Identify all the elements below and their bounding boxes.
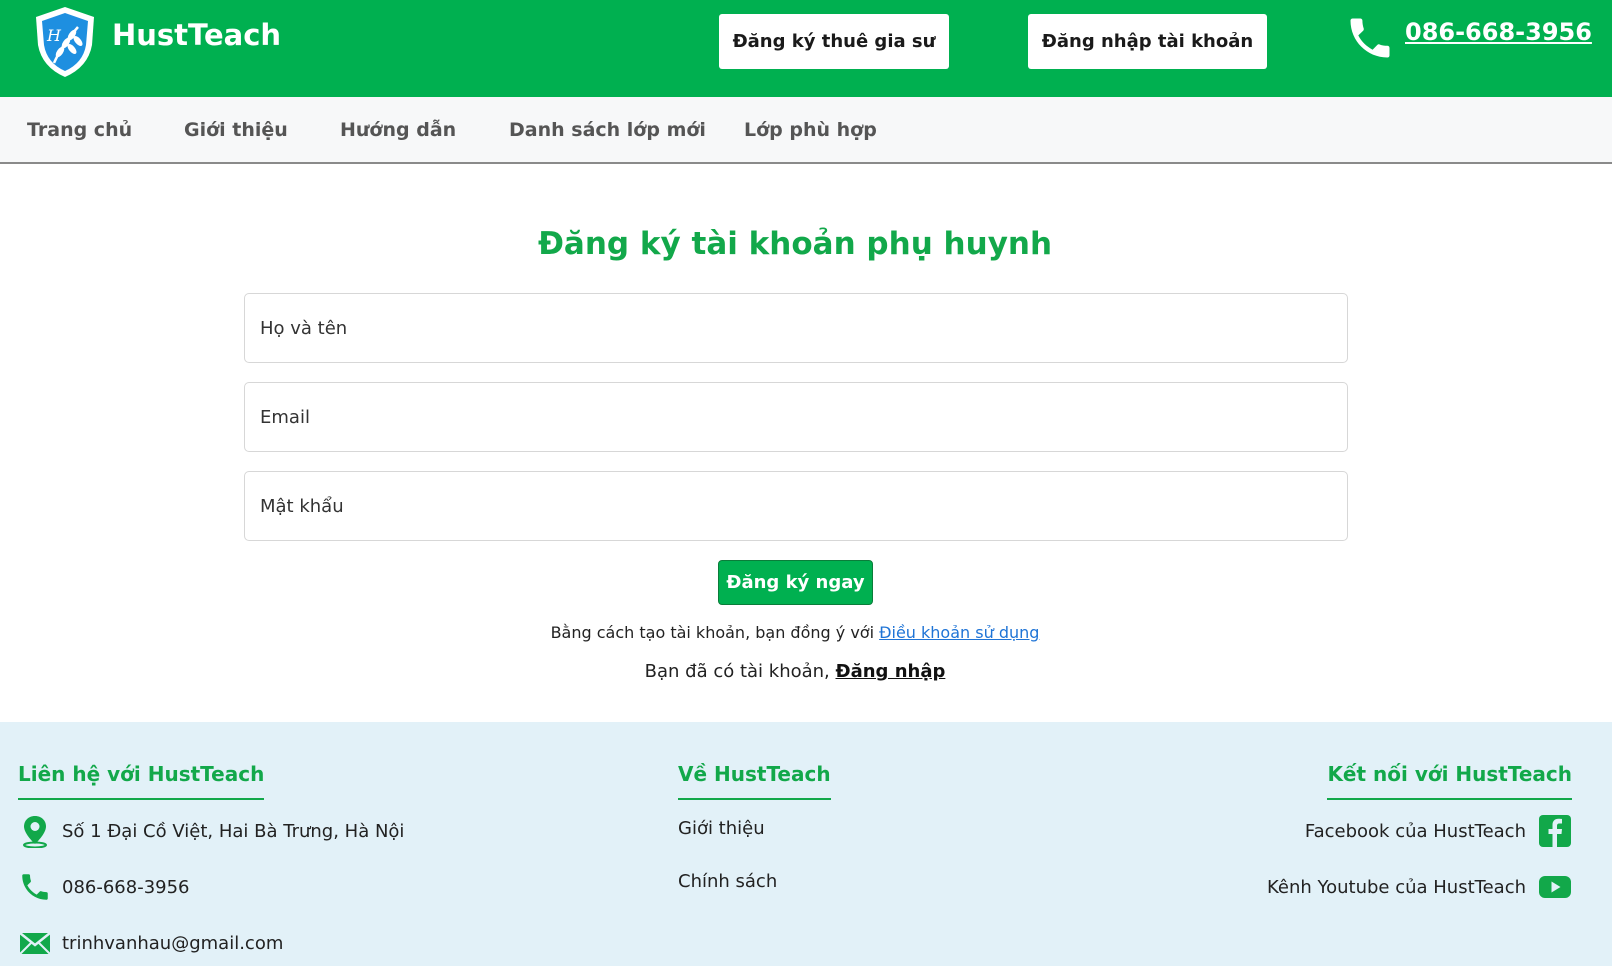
footer: Liên hệ với HustTeach Số 1 Đại Cồ Việt, … <box>0 722 1612 966</box>
youtube-icon[interactable] <box>1538 870 1572 904</box>
fullname-input[interactable] <box>244 293 1348 363</box>
login-prompt: Bạn đã có tài khoản, Đăng nhập <box>0 661 1590 682</box>
hire-tutor-button[interactable]: Đăng ký thuê gia sư <box>719 14 949 69</box>
password-input[interactable] <box>244 471 1348 541</box>
facebook-icon[interactable] <box>1538 814 1572 848</box>
email-input[interactable] <box>244 382 1348 452</box>
nav-item-home[interactable]: Trang chủ <box>27 119 132 141</box>
youtube-link-text[interactable]: Kênh Youtube của HustTeach <box>1267 877 1526 898</box>
footer-about-link-intro[interactable]: Giới thiệu <box>678 818 765 839</box>
terms-link[interactable]: Điều khoản sử dụng <box>879 623 1039 642</box>
footer-youtube-link[interactable]: Kênh Youtube của HustTeach <box>1267 870 1572 904</box>
nav-item-guide[interactable]: Hướng dẫn <box>340 119 456 141</box>
login-text: Bạn đã có tài khoản, <box>644 661 836 682</box>
top-header: H HustTeach Đăng ký thuê gia sư Đăng nhậ… <box>0 0 1612 97</box>
main-nav: Trang chủ Giới thiệu Hướng dẫn Danh sách… <box>0 97 1612 164</box>
login-link[interactable]: Đăng nhập <box>836 661 946 682</box>
register-now-button[interactable]: Đăng ký ngay <box>718 560 873 605</box>
phone-icon <box>1350 18 1390 58</box>
footer-email: trinhvanhau@gmail.com <box>18 926 283 960</box>
phone-icon <box>22 874 48 900</box>
nav-item-new-classes[interactable]: Danh sách lớp mới <box>509 119 706 141</box>
footer-about-heading: Về HustTeach <box>678 762 831 800</box>
nav-item-matching-classes[interactable]: Lớp phù hợp <box>744 119 877 141</box>
nav-item-about[interactable]: Giới thiệu <box>184 119 288 141</box>
terms-text: Bằng cách tạo tài khoản, bạn đồng ý với <box>550 623 880 642</box>
footer-about-link-policy[interactable]: Chính sách <box>678 871 777 892</box>
footer-contact-heading: Liên hệ với HustTeach <box>18 762 265 800</box>
footer-phone: 086-668-3956 <box>18 870 190 904</box>
footer-phone-text[interactable]: 086-668-3956 <box>62 877 190 898</box>
footer-email-text[interactable]: trinhvanhau@gmail.com <box>62 933 283 954</box>
header-phone-link[interactable]: 086-668-3956 <box>1405 18 1592 46</box>
shield-logo-icon[interactable]: H <box>32 5 98 79</box>
svg-text:H: H <box>46 26 62 45</box>
mail-icon <box>19 932 51 955</box>
facebook-link-text[interactable]: Facebook của HustTeach <box>1305 821 1526 842</box>
login-account-button[interactable]: Đăng nhập tài khoản <box>1028 14 1267 69</box>
page-title: Đăng ký tài khoản phụ huynh <box>537 226 1053 262</box>
brand-name[interactable]: HustTeach <box>112 18 281 52</box>
footer-address: Số 1 Đại Cồ Việt, Hai Bà Trưng, Hà Nội <box>18 814 404 848</box>
terms-notice: Bằng cách tạo tài khoản, bạn đồng ý với … <box>0 623 1590 642</box>
footer-social-heading: Kết nối với HustTeach <box>1327 762 1572 800</box>
footer-address-text: Số 1 Đại Cồ Việt, Hai Bà Trưng, Hà Nội <box>62 820 405 842</box>
location-pin-icon <box>23 816 47 848</box>
footer-facebook-link[interactable]: Facebook của HustTeach <box>1305 814 1572 848</box>
